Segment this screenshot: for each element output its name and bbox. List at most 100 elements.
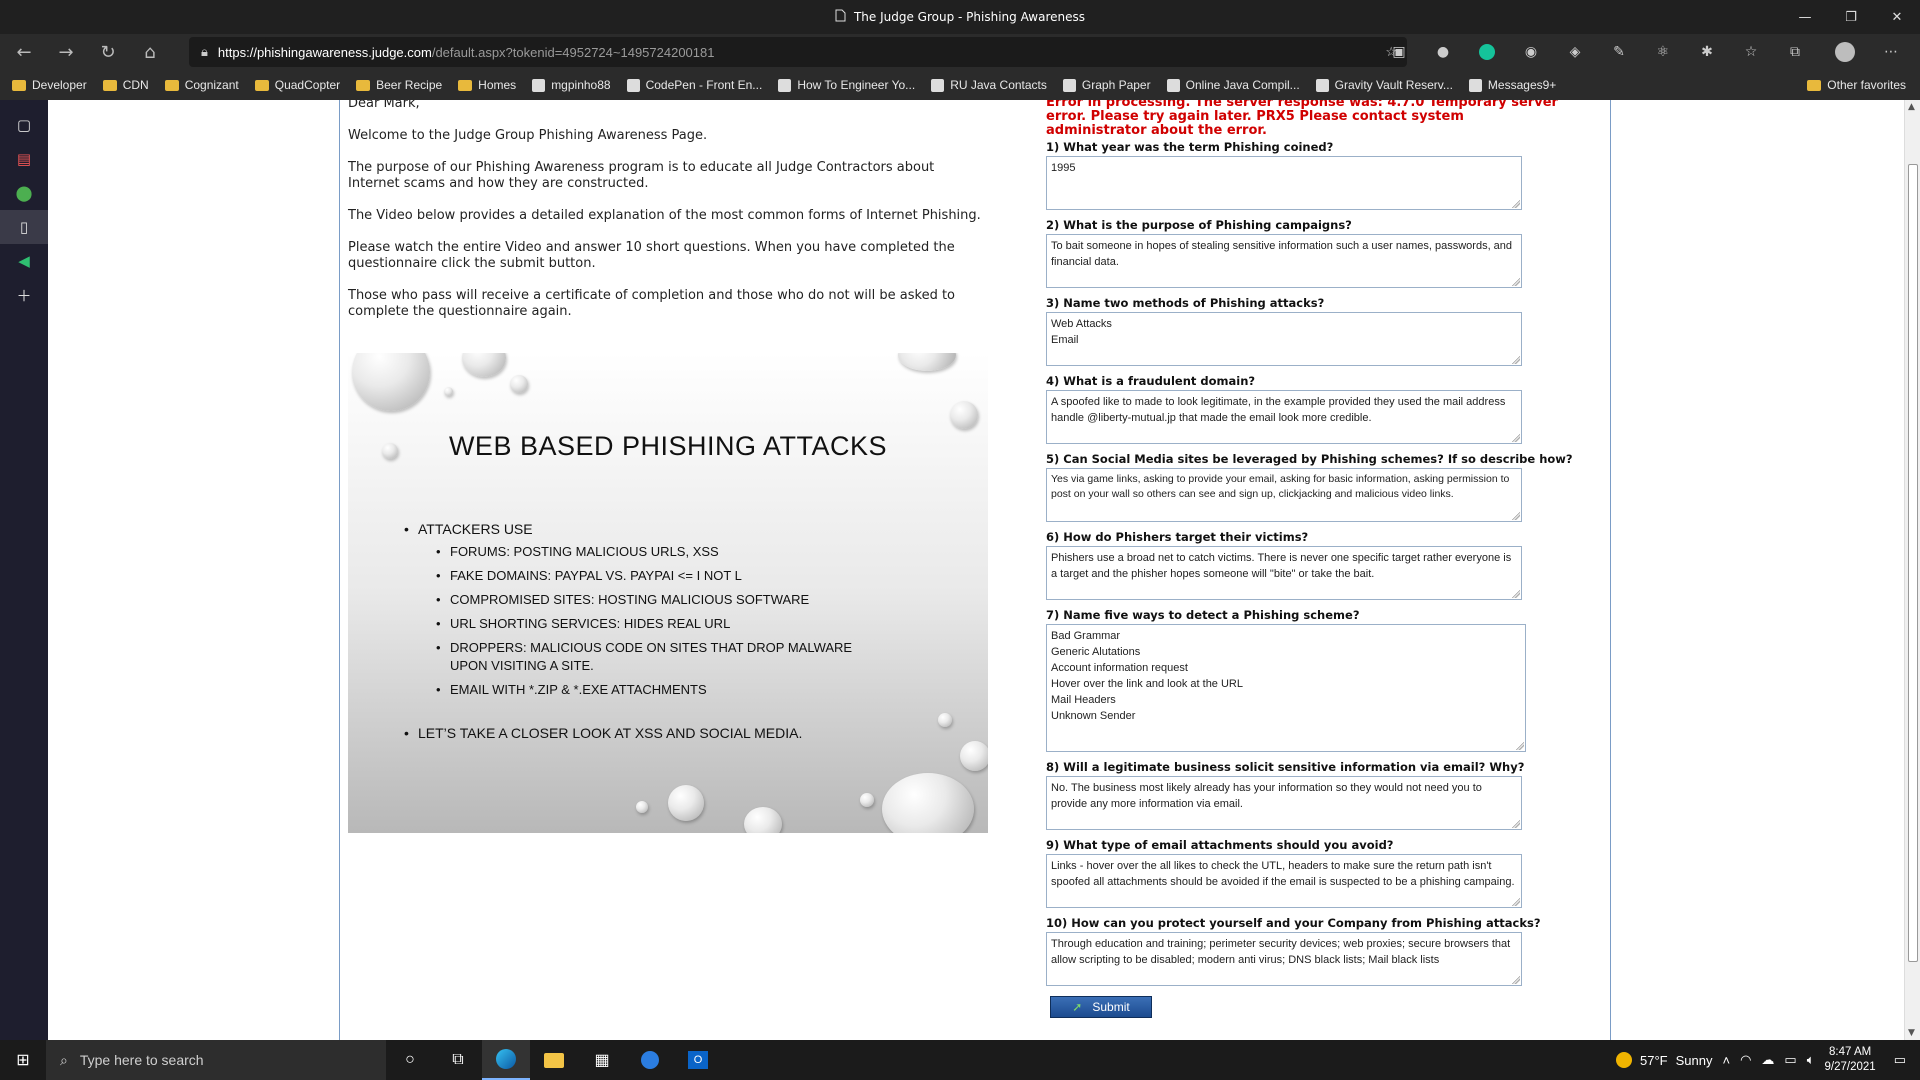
bookmark-item[interactable]: RU Java Contacts — [931, 78, 1047, 92]
app-icon[interactable] — [626, 1040, 674, 1080]
question-label: 3) Name two methods of Phishing attacks? — [1046, 296, 1325, 310]
notifications-icon[interactable]: ▭ — [1894, 1052, 1906, 1068]
scroll-thumb[interactable] — [1908, 164, 1918, 962]
water-drop — [668, 785, 704, 821]
volume-icon[interactable]: 🔈︎ — [1807, 1052, 1815, 1068]
react-icon[interactable]: ⚛ — [1648, 37, 1678, 67]
scroll-up-icon[interactable]: ▲ — [1908, 102, 1915, 112]
pass-text: Those who pass will receive a certificat… — [348, 288, 956, 319]
cloud-icon[interactable]: ☁ — [1761, 1052, 1774, 1068]
question-label: 7) Name five ways to detect a Phishing s… — [1046, 608, 1360, 622]
bookmarks-bar: Developer CDN Cognizant QuadCopter Beer Reci… — [0, 70, 1920, 100]
profile-avatar[interactable] — [1830, 37, 1860, 67]
bookmark-item[interactable]: Messages9+ — [1468, 78, 1556, 92]
back-icon[interactable]: ← — [6, 36, 42, 68]
water-drop — [444, 387, 453, 396]
bookmark-item[interactable]: Cognizant — [164, 78, 239, 92]
close-icon[interactable]: ✕ — [1874, 0, 1920, 34]
submit-button[interactable]: ➚ Submit — [1050, 996, 1152, 1018]
answer-field[interactable]: No. The business most likely already has… — [1046, 776, 1522, 830]
answer-field[interactable]: 1995 — [1046, 156, 1522, 210]
arrow-icon: ➚ — [1072, 1000, 1083, 1014]
favorites-icon[interactable]: ☆ — [1736, 37, 1766, 67]
water-drop — [462, 353, 506, 377]
slide-item: COMPROMISED SITES: HOSTING MALICIOUS SOF… — [436, 591, 876, 609]
vertical-scrollbar[interactable]: ▲ ▼ — [1904, 100, 1920, 1040]
page-icon — [1062, 78, 1076, 92]
bookmark-item[interactable]: CodePen - Front En... — [626, 78, 762, 92]
network-icon[interactable]: ◠ — [1740, 1052, 1751, 1068]
water-drop — [636, 801, 648, 813]
video-slide[interactable]: WEB BASED PHISHING ATTACKS ATTACKERS USE… — [348, 353, 988, 833]
bookmark-label: QuadCopter — [274, 78, 341, 92]
answer-field[interactable]: Through education and training; perimete… — [1046, 932, 1522, 986]
refresh-icon[interactable]: ↻ — [90, 36, 126, 68]
github-icon — [532, 78, 546, 92]
bookmark-label: Homes — [478, 78, 517, 92]
extension-icon-1[interactable]: ▣ — [1384, 37, 1414, 67]
windows-start-icon[interactable]: ⊞ — [0, 1040, 46, 1080]
taskbar-search[interactable]: ⌕ Type here to search — [46, 1040, 386, 1080]
bookmark-label: Graph Paper — [1081, 78, 1151, 92]
bookmark-item[interactable]: Beer Recipe — [356, 78, 442, 92]
maps-icon[interactable]: ⬤ — [0, 176, 48, 210]
slide-bullets: ATTACKERS USE FORUMS: POSTING MALICIOUS … — [404, 521, 876, 747]
instructions-text: Please watch the entire Video and answer… — [348, 240, 955, 271]
weather-widget[interactable]: 57°F Sunny — [1616, 1052, 1712, 1068]
answer-field[interactable]: A spoofed like to made to look legitimat… — [1046, 390, 1522, 444]
bookmark-item[interactable]: CDN — [102, 78, 149, 92]
error-message: Error in processing. The server response… — [1046, 100, 1558, 138]
grammarly-icon[interactable] — [1472, 37, 1502, 67]
folder-icon — [12, 79, 26, 91]
file-explorer-icon[interactable] — [530, 1040, 578, 1080]
add-icon[interactable]: ＋ — [0, 278, 48, 312]
answer-field[interactable]: Web Attacks Email — [1046, 312, 1522, 366]
minimize-icon[interactable]: — — [1782, 0, 1828, 34]
bookmark-item[interactable]: mgpinho88 — [532, 78, 611, 92]
chevron-up-icon[interactable]: ˄ — [1722, 1053, 1730, 1068]
document-icon[interactable]: ▯ — [0, 210, 48, 244]
store-icon[interactable]: ▦ — [578, 1040, 626, 1080]
extension-icon-4[interactable]: ✎ — [1604, 37, 1634, 67]
tabs-icon[interactable]: ▢ — [0, 108, 48, 142]
cortana-icon[interactable]: ○ — [386, 1040, 434, 1080]
window-titlebar: The Judge Group - Phishing Awareness — ❐… — [0, 0, 1920, 34]
bookmark-item[interactable]: Online Java Compil... — [1166, 78, 1300, 92]
clock[interactable]: 8:47 AM 9/27/2021 — [1825, 1045, 1876, 1075]
battery-icon[interactable]: ▭ — [1784, 1052, 1796, 1068]
bookmark-item[interactable]: Homes — [458, 78, 516, 92]
system-tray: 57°F Sunny ˄ ◠ ☁ ▭ 🔈︎ 8:47 AM 9/27/2021 … — [1616, 1040, 1920, 1080]
camera-icon[interactable]: ◉ — [1516, 37, 1546, 67]
bookmark-item[interactable]: Developer — [12, 78, 87, 92]
slide-item: EMAIL WITH *.ZIP & *.EXE ATTACHMENTS — [436, 681, 876, 699]
weather-temp: 57°F — [1640, 1052, 1668, 1068]
other-favorites[interactable]: Other favorites — [1807, 70, 1906, 100]
bookmark-item[interactable]: Graph Paper — [1062, 78, 1151, 92]
extension-icon-2[interactable]: ● — [1428, 37, 1458, 67]
answer-field[interactable]: Phishers use a broad net to catch victim… — [1046, 546, 1522, 600]
scroll-down-icon[interactable]: ▼ — [1908, 1028, 1915, 1038]
restore-icon[interactable]: ❐ — [1828, 0, 1874, 34]
edge-icon[interactable] — [482, 1040, 530, 1080]
window-title: The Judge Group - Phishing Awareness — [853, 10, 1086, 24]
bookmark-item[interactable]: Gravity Vault Reserv... — [1315, 78, 1453, 92]
home-icon[interactable]: ⌂ — [132, 36, 168, 68]
extensions-puzzle-icon[interactable]: ✱ — [1692, 37, 1722, 67]
more-menu-icon[interactable]: ⋯ — [1876, 37, 1906, 67]
outlook-icon[interactable]: O — [674, 1040, 722, 1080]
answer-field[interactable]: Yes via game links, asking to provide yo… — [1046, 468, 1522, 522]
bookmark-item[interactable]: How To Engineer Yo... — [778, 78, 915, 92]
address-bar[interactable]: 🔒︎ https://phishingawareness.judge.com/d… — [189, 37, 1407, 67]
bookmark-label: Online Java Compil... — [1185, 78, 1300, 92]
answer-field[interactable]: To bait someone in hopes of stealing sen… — [1046, 234, 1522, 288]
forward-icon[interactable]: → — [48, 36, 84, 68]
folder-icon — [164, 79, 179, 91]
extension-icon-3[interactable]: ◈ — [1560, 37, 1590, 67]
task-view-icon[interactable]: ⧉ — [434, 1040, 482, 1080]
answer-field[interactable]: Bad Grammar Generic Alutations Account i… — [1046, 624, 1526, 752]
fish-icon[interactable]: ◀ — [0, 244, 48, 278]
bookmark-item[interactable]: QuadCopter — [254, 78, 341, 92]
collections-icon[interactable]: ⧉ — [1780, 37, 1810, 67]
answer-field[interactable]: Links - hover over the all likes to chec… — [1046, 854, 1522, 908]
office-icon[interactable]: ▤ — [0, 142, 48, 176]
